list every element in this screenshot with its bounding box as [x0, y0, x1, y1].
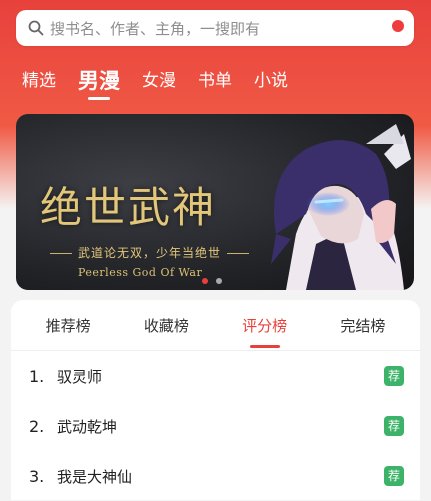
- tab-novels[interactable]: 小说: [254, 66, 288, 96]
- banner-character-illustration: [271, 124, 411, 290]
- ranking-card: 推荐榜 收藏榜 评分榜 完结榜 1. 驭灵师 荐 2. 武动乾坤 荐 3. 我是…: [11, 300, 420, 500]
- recommend-badge: 荐: [384, 466, 404, 486]
- banner-carousel-dots: [202, 278, 222, 284]
- list-item[interactable]: 1. 驭灵师 荐: [29, 351, 404, 401]
- search-bar[interactable]: 搜书名、作者、主角，一搜即有: [16, 10, 414, 46]
- banner-subtitle: 武道论无双，少年当绝世: [44, 244, 255, 261]
- rank-number: 3.: [29, 466, 45, 486]
- comic-title: 武动乾坤: [57, 417, 118, 436]
- tab-favorites-rank[interactable]: 收藏榜: [144, 315, 189, 336]
- banner-title: 绝世武神: [40, 183, 217, 232]
- carousel-dot[interactable]: [216, 278, 222, 284]
- search-icon: [28, 20, 44, 36]
- tab-female-comics[interactable]: 女漫: [142, 66, 176, 96]
- tab-booklists[interactable]: 书单: [198, 66, 232, 96]
- tab-featured[interactable]: 精选: [22, 66, 56, 96]
- rank-number: 2.: [29, 416, 45, 436]
- recommend-badge: 荐: [384, 416, 404, 436]
- tab-male-comics[interactable]: 男漫: [78, 66, 120, 96]
- tab-completed-rank[interactable]: 完结榜: [340, 315, 385, 336]
- ranking-list: 1. 驭灵师 荐 2. 武动乾坤 荐 3. 我是大神仙 荐: [11, 351, 420, 501]
- notification-dot-icon[interactable]: [392, 20, 404, 32]
- banner-english-title: Peerless God Of War: [78, 266, 203, 279]
- ranking-tabs: 推荐榜 收藏榜 评分榜 完结榜: [11, 300, 420, 351]
- tab-recommended-rank[interactable]: 推荐榜: [46, 315, 91, 336]
- featured-banner[interactable]: 绝世武神 武道论无双，少年当绝世 Peerless God Of War: [16, 114, 414, 290]
- recommend-badge: 荐: [384, 366, 404, 386]
- carousel-dot-active[interactable]: [202, 278, 208, 284]
- search-placeholder[interactable]: 搜书名、作者、主角，一搜即有: [50, 18, 260, 39]
- rank-number: 1.: [29, 366, 45, 386]
- comic-title: 我是大神仙: [57, 467, 133, 486]
- tab-rating-rank[interactable]: 评分榜: [242, 315, 287, 336]
- list-item[interactable]: 2. 武动乾坤 荐: [29, 401, 404, 451]
- comic-title: 驭灵师: [57, 367, 103, 386]
- top-nav-tabs: 精选 男漫 女漫 书单 小说: [22, 62, 310, 96]
